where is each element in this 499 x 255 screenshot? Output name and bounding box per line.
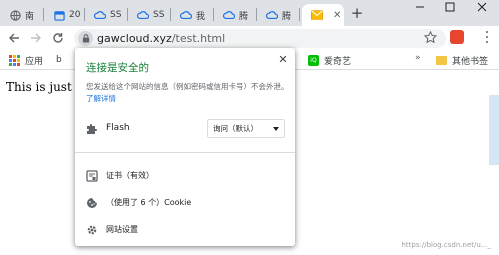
reload-icon [53,33,63,43]
tab-title: SS [110,10,122,20]
iqiyi-icon: iQ [308,54,319,66]
bookmark-other[interactable]: 其他书签 [436,53,488,67]
close-window-button[interactable] [467,0,497,14]
tab-title: 腾 [282,11,292,22]
maximize-button[interactable] [435,0,465,14]
tab-5[interactable]: 我 [171,4,213,26]
url-host: gawcloud.xyz [97,32,172,45]
bookmark-partial[interactable]: b [56,53,62,67]
puzzle-icon [86,123,98,135]
url-path: /test.html [171,32,226,45]
bookmark-label: 其他书签 [452,56,489,67]
cloud-icon [137,9,149,21]
close-tab-icon[interactable]: ✕ [333,10,341,21]
bookmark-star-icon[interactable] [423,30,438,45]
cloud-icon [180,9,192,21]
connection-secure-heading: 连接是安全的 [86,62,149,74]
calendar-icon [53,9,65,21]
flash-select-value: 询问（默认） [213,124,258,133]
forward-button[interactable] [28,30,44,46]
watermark: https://blog.csdn.net/u..._ [401,241,492,249]
tab-2[interactable]: 20 [44,4,84,26]
browser-menu-button[interactable] [481,29,493,45]
gear-icon [86,224,98,236]
cloud-icon [94,9,106,21]
tab-4[interactable]: SS [128,4,170,26]
bookmark-label: 爱奇艺 [324,56,352,67]
tab-title: 我 [196,11,206,22]
mail-icon [311,9,323,21]
address-bar[interactable]: gawcloud.xyz/test.html [74,29,446,48]
certificate-icon [86,170,98,182]
tab-title: 腾 [239,11,249,22]
lock-icon [82,34,89,43]
cloud-icon [266,9,278,21]
cookies-row[interactable]: （使用了 6 个）Cookie [75,193,295,213]
back-arrow-icon [9,33,19,43]
site-info-popup: 连接是安全的 ✕ 您发送给这个网站的信息（例如密码或信用卡号）不会外泄。 了解详… [75,48,295,246]
apps-grid-icon [9,54,20,66]
tab-3[interactable]: SS [85,4,127,26]
dropdown-caret-icon [273,127,279,131]
folder-icon [436,55,447,65]
site-settings-label: 网站设置 [106,225,138,234]
globe-icon [9,9,21,21]
divider [75,152,295,153]
description-text: 您发送给这个网站的信息（例如密码或信用卡号）不会外泄。 [86,82,289,91]
minimize-button[interactable] [405,0,435,14]
learn-more-link[interactable]: 了解详情 [86,94,116,103]
tab-title: 20 [69,10,81,20]
forward-arrow-icon [31,33,41,43]
tab-6[interactable]: 腾 [214,4,256,26]
flash-permission-row: Flash 询问（默认） [75,119,295,139]
certificate-row[interactable]: 证书（有效） [75,166,295,186]
cookies-label: （使用了 6 个）Cookie [106,198,192,207]
side-panel-strip [489,95,499,165]
certificate-label: 证书（有效） [106,171,154,180]
close-icon[interactable]: ✕ [277,54,289,66]
bookmark-iqiyi[interactable]: iQ 爱奇艺 [308,53,351,67]
toolbar: gawcloud.xyz/test.html [0,26,499,50]
tab-active[interactable]: ✕ [302,4,344,26]
cloud-icon [223,9,235,21]
tab-strip: 南 20 SS SS 我 腾 腾 ✕ + [0,0,499,26]
connection-description: 您发送给这个网站的信息（例如密码或信用卡号）不会外泄。 了解详情 [86,81,291,105]
back-button[interactable] [6,30,22,46]
flash-label: Flash [106,123,130,133]
bookmark-apps[interactable]: 应用 [9,53,43,67]
cookie-icon [86,197,98,209]
site-info-button[interactable] [78,31,93,46]
extension-icon[interactable] [450,30,464,44]
reload-button[interactable] [50,30,66,46]
url-text[interactable]: gawcloud.xyz/test.html [97,32,225,45]
bookmark-label: b [56,55,62,65]
flash-permission-select[interactable]: 询问（默认） [207,119,285,138]
tab-title: 南 [25,11,35,22]
bookmark-label: 应用 [25,56,44,67]
tab-1[interactable]: 南 [0,4,42,26]
tab-7[interactable]: 腾 [257,4,299,26]
bookmarks-overflow-button[interactable]: » [415,53,421,63]
site-settings-row[interactable]: 网站设置 [75,220,295,240]
new-tab-button[interactable]: + [348,4,366,22]
tab-title: SS [153,10,165,20]
